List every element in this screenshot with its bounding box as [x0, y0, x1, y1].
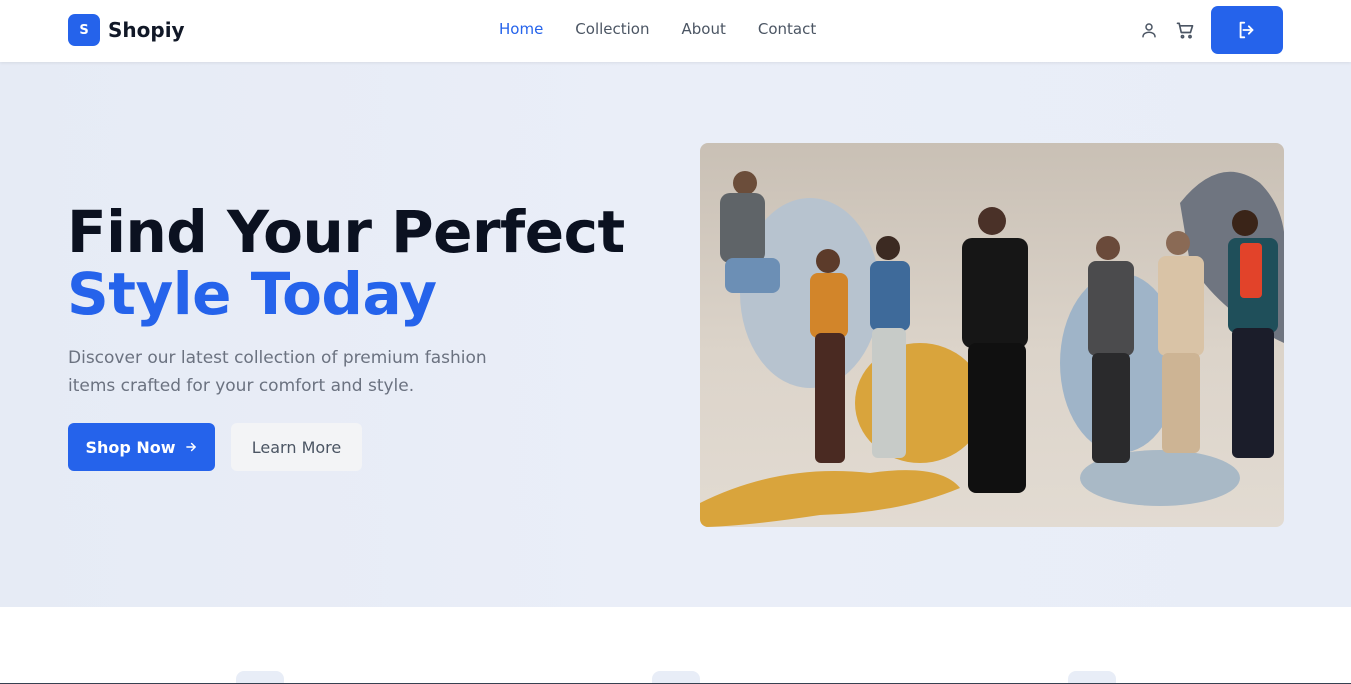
- nav-contact[interactable]: Contact: [758, 20, 816, 38]
- hero-title: Find Your Perfect Style Today: [67, 201, 625, 325]
- hero-title-line1: Find Your Perfect: [67, 198, 625, 266]
- hero-section: Find Your Perfect Style Today Discover o…: [0, 62, 1351, 607]
- features-section: [0, 607, 1351, 684]
- learn-more-label: Learn More: [251, 437, 342, 457]
- nav-collection[interactable]: Collection: [575, 20, 649, 38]
- learn-more-button[interactable]: Learn More: [231, 423, 362, 471]
- hero-title-line2: Style Today: [67, 260, 437, 328]
- brand-name: Shopiy: [108, 18, 185, 42]
- user-icon[interactable]: [1138, 19, 1160, 41]
- shop-now-button[interactable]: Shop Now: [68, 423, 215, 471]
- hero-fashion-image: [700, 143, 1284, 527]
- arrow-right-icon: [185, 442, 196, 452]
- brand-logo[interactable]: S Shopiy: [68, 14, 185, 46]
- nav-home[interactable]: Home: [499, 20, 543, 38]
- shop-now-label: Shop Now: [85, 437, 176, 457]
- logo-badge: S: [68, 14, 100, 46]
- site-header: S Shopiy Home Collection About Contact: [0, 0, 1351, 62]
- nav-about[interactable]: About: [682, 20, 726, 38]
- main-nav: Home Collection About Contact: [499, 20, 816, 38]
- logout-icon: [1239, 21, 1254, 39]
- cart-icon[interactable]: [1174, 19, 1196, 41]
- hero-description: Discover our latest collection of premiu…: [68, 348, 487, 396]
- logout-button[interactable]: [1211, 6, 1283, 54]
